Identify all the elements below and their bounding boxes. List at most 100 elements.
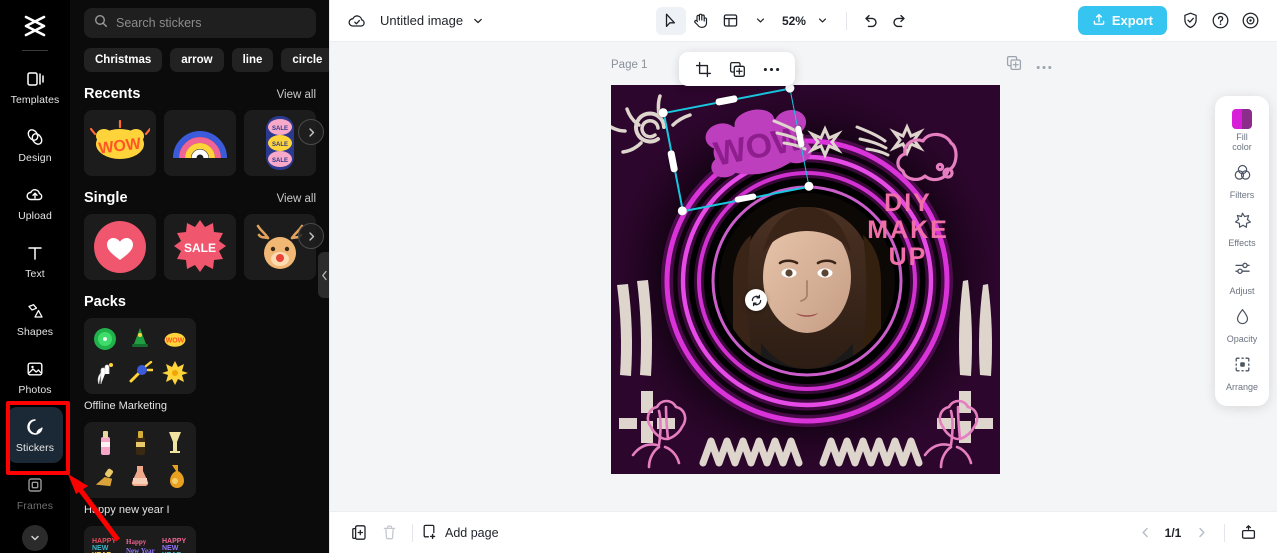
sidebar-item-templates[interactable]: Templates: [7, 59, 63, 115]
pack-thumbnail: WOW: [84, 318, 196, 394]
pack-label: Happy new year I: [84, 504, 170, 516]
text-icon: [24, 242, 46, 264]
present-icon: [1241, 525, 1255, 539]
settings-gear-icon[interactable]: [1235, 6, 1265, 36]
effects-button[interactable]: Effects: [1217, 206, 1267, 252]
artboard[interactable]: WOW DIY MAKE UP: [611, 85, 1000, 474]
rotate-handle[interactable]: [745, 289, 767, 311]
prev-page-button[interactable]: [1130, 518, 1160, 548]
present-button[interactable]: [1233, 518, 1263, 548]
sticker-wow[interactable]: WOW: [84, 110, 156, 176]
opacity-button[interactable]: Opacity: [1217, 302, 1267, 348]
chevron-down-icon: [757, 18, 765, 23]
fill-color-swatch-icon: [1232, 109, 1252, 129]
title-dropdown-button[interactable]: [463, 6, 493, 36]
redo-icon: [893, 14, 905, 27]
next-page-button[interactable]: [1186, 518, 1216, 548]
delete-page-button[interactable]: [374, 518, 404, 548]
select-tool-button[interactable]: [655, 6, 686, 35]
chip-christmas[interactable]: Christmas: [84, 48, 163, 72]
layout-tool-button[interactable]: [716, 7, 746, 35]
page-indicator: 1/1: [1164, 525, 1182, 540]
chip-circle[interactable]: circle: [281, 48, 330, 72]
pack-offline-marketing[interactable]: WOW Offline Marketing: [84, 318, 196, 412]
search-box[interactable]: [84, 8, 316, 38]
sidebar-item-design[interactable]: Design: [7, 117, 63, 173]
frames-icon: [24, 474, 46, 496]
sticker-rainbow[interactable]: [164, 110, 236, 176]
upload-cloud-icon: [24, 184, 46, 206]
sidebar-item-label: Templates: [10, 94, 60, 106]
chip-arrow[interactable]: arrow: [170, 48, 224, 72]
zoom-dropdown-button[interactable]: [808, 6, 838, 36]
more-horizontal-icon: [1036, 65, 1052, 69]
sidebar-item-label: Shapes: [16, 326, 54, 338]
sticker-heart[interactable]: [84, 214, 156, 280]
sidebar-item-label: Stickers: [15, 442, 55, 454]
export-label: Export: [1111, 13, 1153, 28]
chevron-left-icon: [322, 270, 327, 280]
duplicate-page-button[interactable]: [344, 518, 374, 548]
cloud-saved-icon[interactable]: [342, 6, 372, 36]
sidebar-item-stickers[interactable]: Stickers: [7, 407, 63, 463]
section-header-single: Single View all: [70, 176, 330, 206]
duplicate-page-icon[interactable]: [1006, 55, 1022, 76]
sidebar-item-label: Photos: [18, 384, 52, 396]
search-input[interactable]: [116, 16, 306, 30]
adjust-sliders-icon: [1233, 259, 1252, 283]
section-title: Recents: [84, 86, 141, 102]
export-upload-icon: [1092, 12, 1106, 29]
shield-check-icon[interactable]: [1175, 6, 1205, 36]
svg-text:SALE: SALE: [272, 158, 288, 164]
pack-row2-left[interactable]: HAPPYNEWYEAR HappyNew Year HAPPYNEWYEAR …: [84, 526, 196, 553]
zoom-level: 52%: [781, 13, 806, 28]
chevron-right-icon: [308, 127, 314, 137]
capcut-logo-icon[interactable]: [15, 10, 55, 44]
sidebar-item-frames[interactable]: Frames: [7, 465, 63, 521]
document-title[interactable]: Untitled image: [380, 13, 463, 28]
view-all-single[interactable]: View all: [277, 193, 316, 205]
chevron-down-icon: [31, 535, 39, 541]
export-button[interactable]: Export: [1077, 6, 1167, 35]
rail-divider: [22, 50, 48, 51]
layout-dropdown-button[interactable]: [746, 6, 776, 36]
pack-happy-new-year-1[interactable]: Happy new year I: [84, 422, 196, 516]
svg-text:HAPPY: HAPPY: [162, 538, 186, 545]
more-options-button[interactable]: [757, 56, 785, 82]
adjust-button[interactable]: Adjust: [1217, 254, 1267, 300]
sidebar-item-shapes[interactable]: Shapes: [7, 291, 63, 347]
arrange-button[interactable]: Arrange: [1217, 350, 1267, 396]
crop-button[interactable]: [689, 56, 717, 82]
view-all-recents[interactable]: View all: [277, 89, 316, 101]
recents-next-button[interactable]: [298, 119, 324, 145]
fill-color-label: Fill color: [1232, 132, 1252, 152]
sticker-sale-burst[interactable]: SALE: [164, 214, 236, 280]
duplicate-button[interactable]: [723, 56, 751, 82]
filters-button[interactable]: Filters: [1217, 158, 1267, 204]
fill-color-button[interactable]: Fill color: [1217, 104, 1267, 156]
add-page-button[interactable]: Add page: [421, 523, 499, 543]
hand-icon: [694, 13, 708, 28]
bottom-divider-right: [1224, 523, 1225, 542]
layout-icon: [724, 14, 738, 27]
sidebar-item-label: Frames: [16, 500, 54, 512]
pack-thumbnail: [84, 422, 196, 498]
search-icon: [94, 14, 108, 33]
help-question-icon[interactable]: [1205, 6, 1235, 36]
sidebar-item-photos[interactable]: Photos: [7, 349, 63, 405]
right-properties-panel: Fill color Filters Effects Adjust Opacit…: [1215, 96, 1269, 406]
duplicate-icon: [729, 61, 745, 77]
svg-text:Happy: Happy: [126, 538, 147, 546]
undo-button[interactable]: [855, 6, 885, 36]
sidebar-item-upload[interactable]: Upload: [7, 175, 63, 231]
chip-line[interactable]: line: [231, 48, 274, 72]
page-more-button[interactable]: [1036, 57, 1052, 75]
rail-expand-button[interactable]: [22, 525, 48, 551]
canvas-area[interactable]: Page 1 WOW DIY MAKE UP Fill color Filter…: [330, 42, 1277, 511]
sidebar-item-label: Text: [25, 268, 45, 280]
hand-tool-button[interactable]: [686, 7, 716, 35]
single-next-button[interactable]: [298, 223, 324, 249]
tag-chips: Christmas arrow line circle: [70, 38, 330, 72]
sidebar-item-text[interactable]: Text: [7, 233, 63, 289]
redo-button[interactable]: [885, 6, 915, 36]
